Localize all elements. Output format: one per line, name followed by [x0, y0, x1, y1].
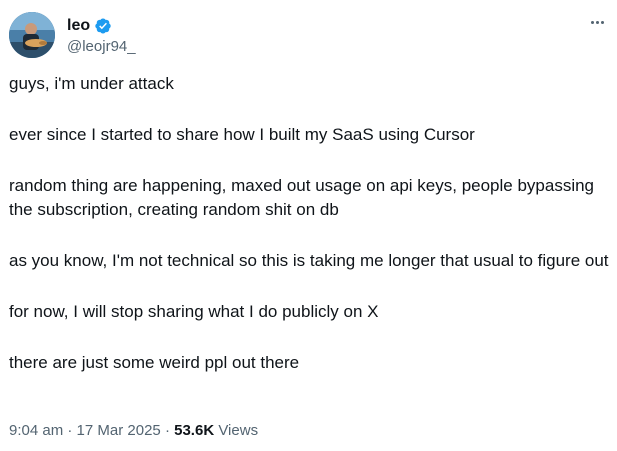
tweet-text: guys, i'm under attack ever since I star…	[9, 72, 609, 402]
author-handle[interactable]: @leojr94_	[67, 37, 136, 57]
tweet-card: leo @leojr94_ guys, i'm under attack eve…	[0, 0, 617, 451]
tweet-paragraph: for now, I will stop sharing what I do p…	[9, 302, 379, 321]
tweet-time[interactable]: 9:04 am	[9, 422, 63, 439]
display-name-row: leo	[67, 16, 136, 36]
avatar-image	[9, 12, 55, 58]
author-info: leo @leojr94_	[67, 16, 136, 57]
tweet-paragraph: random thing are happening, maxed out us…	[9, 176, 595, 219]
tweet-header: leo @leojr94_	[9, 12, 609, 60]
tweet-date[interactable]: 17 Mar 2025	[77, 422, 161, 439]
more-options-icon[interactable]	[585, 12, 609, 32]
more-dot	[590, 20, 594, 24]
views-count[interactable]: 53.6K	[174, 422, 214, 439]
more-dot	[595, 20, 599, 24]
tweet-paragraph: as you know, I'm not technical so this i…	[9, 251, 609, 270]
tweet-paragraph: there are just some weird ppl out there	[9, 353, 300, 372]
more-dot	[600, 20, 604, 24]
avatar[interactable]	[9, 12, 55, 58]
tweet-meta: 9:04 am · 17 Mar 2025 · 53.6K Views	[9, 421, 258, 441]
display-name[interactable]: leo	[67, 16, 90, 36]
meta-separator: ·	[67, 422, 73, 439]
verified-badge-icon	[94, 17, 112, 35]
views-label: Views	[218, 422, 259, 439]
tweet-paragraph: ever since I started to share how I buil…	[9, 125, 475, 144]
tweet-paragraph: guys, i'm under attack	[9, 74, 174, 93]
meta-separator: ·	[164, 422, 170, 439]
